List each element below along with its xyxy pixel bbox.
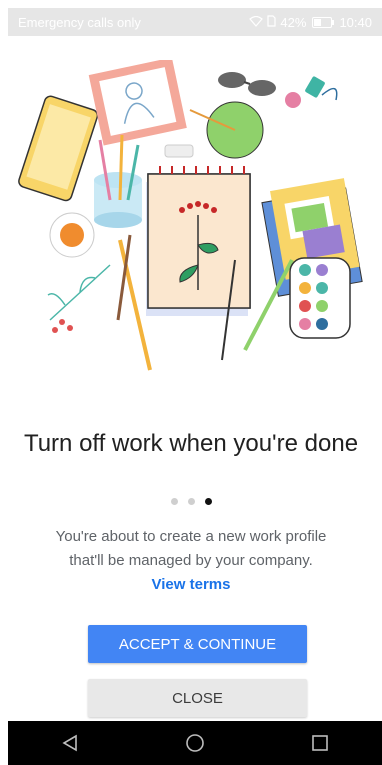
paint-palette-illustration: [289, 257, 351, 339]
carrier-text: Emergency calls only: [18, 14, 141, 30]
battery-icon: [312, 16, 335, 28]
recents-icon[interactable]: [300, 723, 340, 763]
status-bar: Emergency calls only 42% 10:40: [8, 8, 382, 36]
plant-illustration: [47, 264, 111, 333]
clock: 10:40: [339, 14, 372, 30]
brush-cup-illustration: [94, 134, 142, 228]
onboarding-description: You're about to create a new work profil…: [40, 525, 342, 597]
view-terms-link[interactable]: View terms: [40, 573, 342, 597]
close-button[interactable]: CLOSE: [88, 679, 307, 717]
page-indicator: [0, 498, 382, 505]
page-dot-1: [170, 498, 178, 505]
accept-continue-button[interactable]: ACCEPT & CONTINUE: [88, 625, 307, 663]
cookie-illustration: [49, 212, 95, 258]
sim-icon: [267, 14, 277, 30]
glasses-illustration: [218, 72, 276, 96]
back-icon[interactable]: [50, 723, 90, 763]
sketchbook-illustration: [146, 166, 251, 316]
page-dot-2: [187, 498, 195, 505]
wifi-icon: [249, 15, 264, 30]
button-illustration: [285, 92, 301, 108]
description-text: You're about to create a new work profil…: [55, 528, 327, 569]
work-profile-illustration: [18, 60, 363, 371]
navigation-bar: [8, 721, 382, 765]
onboarding-title: Turn off work when you're done: [23, 430, 359, 457]
home-icon[interactable]: [175, 723, 215, 763]
picture-frame-illustration: [88, 60, 187, 146]
pencil-illustration: [118, 239, 152, 371]
battery-percent: 42%: [280, 14, 307, 30]
page-dot-3-active: [204, 498, 212, 505]
eraser-illustration: [164, 144, 194, 158]
phone-illustration: [18, 95, 99, 202]
status-indicators: 42% 10:40: [249, 15, 372, 30]
